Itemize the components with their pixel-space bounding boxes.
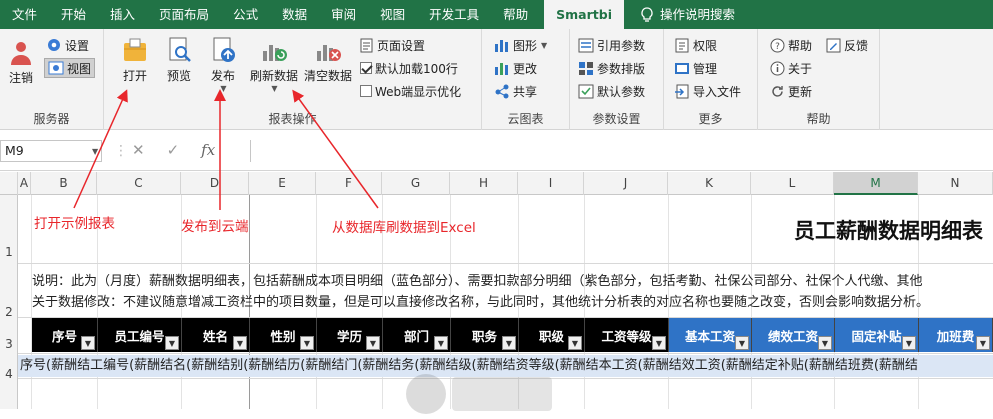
arrow-refresh [292,89,379,209]
annotation-arrows [73,89,379,210]
annotation-open: 打开示例报表 [34,216,115,232]
arrow-open [73,89,128,209]
annotation-refresh: 从数据库刷数据到Excel [332,220,476,236]
annotation-publish: 发布到云端 [181,219,249,235]
